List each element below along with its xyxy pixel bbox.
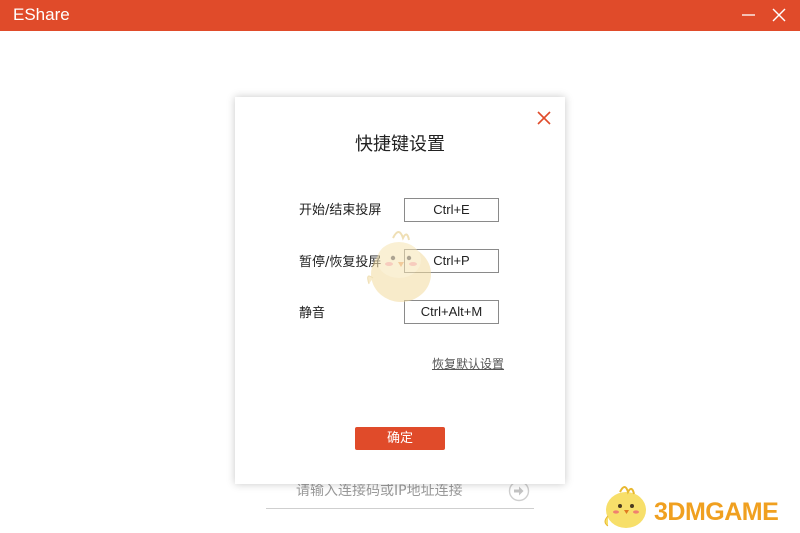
minimize-icon [742, 14, 755, 16]
dialog-close-button[interactable] [535, 109, 553, 127]
mute-label: 静音 [299, 306, 326, 321]
start-stop-cast-label: 开始/结束投屏 [299, 203, 382, 218]
3dmgame-watermark: 3DMGAME [596, 480, 796, 530]
mute-shortcut-field[interactable]: Ctrl+Alt+M [404, 300, 499, 324]
pause-resume-cast-shortcut-field[interactable]: Ctrl+P [404, 249, 499, 273]
pause-resume-cast-label: 暂停/恢复投屏 [299, 255, 382, 270]
minimize-button[interactable] [738, 4, 760, 26]
chick-mascot-icon [604, 486, 646, 528]
app-title: EShare [13, 5, 70, 24]
close-icon [537, 111, 551, 125]
dialog-title: 快捷键设置 [355, 134, 445, 155]
window-close-button[interactable] [768, 4, 790, 26]
watermark-text: 3DMGAME [654, 498, 779, 526]
start-stop-cast-shortcut-field[interactable]: Ctrl+E [404, 198, 499, 222]
shortcut-settings-dialog: 快捷键设置 开始/结束投屏 Ctrl+E 暂停/恢复投屏 Ctrl+P 静音 C… [235, 97, 565, 484]
title-bar: EShare [0, 0, 800, 31]
close-icon [772, 8, 786, 22]
confirm-button[interactable]: 确定 [355, 427, 445, 450]
restore-defaults-link[interactable]: 恢复默认设置 [432, 356, 504, 372]
